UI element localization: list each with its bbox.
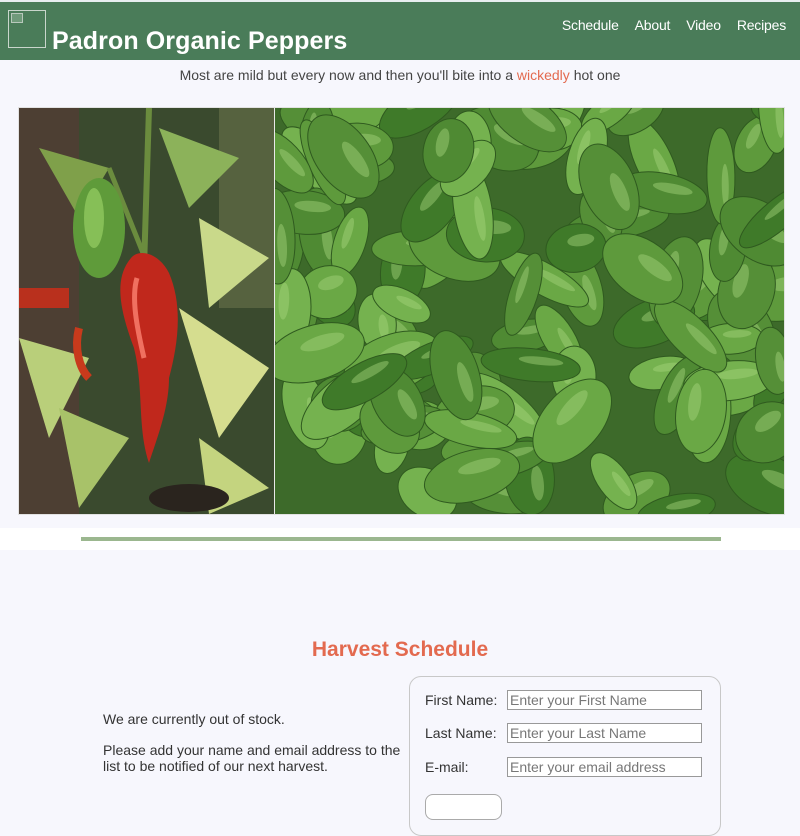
email-input[interactable]	[507, 757, 702, 777]
logo-image[interactable]	[8, 10, 46, 48]
tagline-text: Most are mild but every now and then you…	[179, 67, 513, 83]
green-padron-peppers-photo	[251, 108, 784, 514]
email-row: E-mail:	[425, 757, 702, 777]
site-title: Padron Organic Peppers	[52, 27, 348, 55]
submit-button[interactable]	[425, 794, 502, 820]
nav-link-recipes[interactable]: Recipes	[737, 17, 786, 33]
red-pepper-plant-photo	[19, 108, 275, 514]
section-divider	[81, 537, 721, 541]
signup-form: First Name: Last Name: E-mail:	[409, 676, 721, 836]
first-name-row: First Name:	[425, 690, 702, 710]
last-name-label: Last Name:	[425, 725, 497, 741]
tagline-highlight: wickedly	[516, 67, 570, 83]
harvest-schedule-title: Harvest Schedule	[311, 638, 489, 661]
first-name-label: First Name:	[425, 692, 498, 708]
green-peppers-illustration	[251, 108, 784, 514]
nav-link-video[interactable]: Video	[686, 17, 721, 33]
stock-status-text: We are currently out of stock.	[103, 711, 285, 727]
broken-image-icon	[11, 13, 23, 23]
tagline-text-end: hot one	[573, 67, 621, 83]
signup-instructions: Please add your name and email address t…	[103, 742, 401, 774]
harvest-status: We are currently out of stock. Please ad…	[103, 711, 403, 789]
main-nav: Schedule About Video Recipes	[562, 17, 786, 33]
red-pepper-plant-illustration	[19, 108, 274, 514]
last-name-row: Last Name:	[425, 723, 702, 743]
hero-photos	[18, 107, 785, 515]
email-label: E-mail:	[425, 759, 469, 775]
nav-link-about[interactable]: About	[635, 17, 671, 33]
tagline: Most are mild but every now and then you…	[0, 67, 800, 83]
first-name-input[interactable]	[507, 690, 702, 710]
nav-link-schedule[interactable]: Schedule	[562, 17, 619, 33]
last-name-input[interactable]	[507, 723, 702, 743]
site-header: Padron Organic Peppers Schedule About Vi…	[0, 0, 800, 60]
